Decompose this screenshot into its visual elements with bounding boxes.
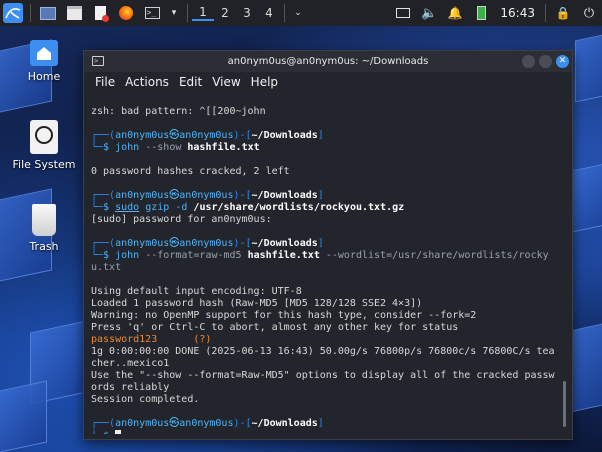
taskbar-separator bbox=[545, 4, 546, 22]
menu-view[interactable]: View bbox=[212, 75, 240, 89]
notification-bell-icon[interactable]: 🔔 bbox=[445, 3, 465, 23]
cracked-password-line: password123 (?) bbox=[91, 334, 212, 345]
menu-file[interactable]: File bbox=[95, 75, 115, 89]
output-line: Use the "--show --format=Raw-MD5" option… bbox=[91, 370, 555, 381]
taskbar: >_ ▾ 1 2 3 4 ⌄ 🔈 🔔 16:43 🔒 ⏻ bbox=[0, 0, 602, 26]
wallpaper-tile bbox=[572, 161, 602, 233]
command-line: └─$ john --format=raw-md5 hashfile.txt -… bbox=[91, 250, 549, 261]
chevron-down-icon[interactable]: ⌄ bbox=[292, 3, 304, 23]
menu-help[interactable]: Help bbox=[251, 75, 278, 89]
output-line: Loaded 1 password hash (Raw-MD5 [MD5 128… bbox=[91, 298, 423, 309]
text-editor-icon[interactable] bbox=[90, 3, 110, 23]
lock-icon[interactable]: 🔒 bbox=[553, 3, 573, 23]
menubar: File Actions Edit View Help bbox=[84, 72, 572, 92]
chevron-down-icon[interactable]: ▾ bbox=[168, 3, 180, 23]
home-desktop-icon[interactable]: Home bbox=[4, 40, 84, 83]
clock[interactable]: 16:43 bbox=[500, 6, 535, 20]
output-line: zsh: bad pattern: ^[[200~john bbox=[91, 106, 266, 117]
wallpaper-tile bbox=[0, 380, 47, 452]
output-line: Press 'q' or Ctrl-C to abort, almost any… bbox=[91, 322, 459, 333]
cracked-password: password123 bbox=[91, 334, 158, 345]
home-icon bbox=[30, 40, 58, 66]
kali-menu-icon[interactable] bbox=[3, 3, 23, 23]
output-line: Session completed. bbox=[91, 394, 200, 405]
home-label: Home bbox=[27, 70, 61, 83]
menu-actions[interactable]: Actions bbox=[125, 75, 169, 89]
text-cursor bbox=[115, 430, 122, 434]
terminal-window[interactable]: > an0nym0us@an0nym0us: ~/Downloads ✕ Fil… bbox=[83, 50, 573, 440]
workspace-4[interactable]: 4 bbox=[258, 6, 280, 20]
screen-icon[interactable] bbox=[393, 3, 413, 23]
file-manager-icon[interactable] bbox=[64, 3, 84, 23]
trash-desktop-icon[interactable]: Trash bbox=[4, 204, 84, 253]
trash-label: Trash bbox=[29, 240, 59, 253]
output-line: 1g 0:00:00:00 DONE (2025-06-13 16:43) 50… bbox=[91, 346, 555, 357]
prompt-line: ┌──(an0nym0us㉿an0nym0us)-[~/Downloads] bbox=[91, 130, 324, 141]
file-system-label: File System bbox=[12, 158, 76, 171]
taskbar-separator bbox=[187, 4, 188, 22]
prompt-line: ┌──(an0nym0us㉿an0nym0us)-[~/Downloads] bbox=[91, 418, 324, 429]
taskbar-separator bbox=[30, 4, 31, 22]
window-title: an0nym0us@an0nym0us: ~/Downloads bbox=[227, 56, 429, 67]
output-line: cher..mexico1 bbox=[91, 358, 170, 369]
command-line: └─$ john --show hashfile.txt bbox=[91, 142, 260, 153]
power-icon[interactable]: ⏻ bbox=[579, 3, 599, 23]
output-line: Warning: no OpenMP support for this hash… bbox=[91, 310, 477, 321]
trash-icon bbox=[32, 204, 56, 236]
wallpaper-tile bbox=[575, 31, 602, 103]
maximize-button[interactable] bbox=[539, 55, 552, 68]
drive-icon bbox=[30, 120, 58, 154]
terminal-output[interactable]: zsh: bad pattern: ^[[200~john ┌──(an0nym0… bbox=[91, 94, 561, 434]
taskbar-separator bbox=[284, 4, 285, 22]
firefox-icon[interactable] bbox=[116, 3, 136, 23]
workspace-3[interactable]: 3 bbox=[236, 6, 258, 20]
prompt-line: ┌──(an0nym0us㉿an0nym0us)-[~/Downloads] bbox=[91, 190, 324, 201]
terminal-icon[interactable]: >_ bbox=[142, 3, 162, 23]
file-system-desktop-icon[interactable]: File System bbox=[4, 120, 84, 171]
close-button[interactable]: ✕ bbox=[556, 55, 569, 68]
scrollbar[interactable] bbox=[563, 381, 566, 427]
terminal-icon: > bbox=[92, 56, 104, 66]
menu-edit[interactable]: Edit bbox=[179, 75, 202, 89]
command-line-wrap: u.txt bbox=[91, 262, 122, 273]
window-titlebar[interactable]: > an0nym0us@an0nym0us: ~/Downloads ✕ bbox=[84, 51, 572, 72]
workspace-2[interactable]: 2 bbox=[214, 6, 236, 20]
output-line: 0 password hashes cracked, 2 left bbox=[91, 166, 290, 177]
desktop-icon[interactable] bbox=[38, 3, 58, 23]
prompt-line: ┌──(an0nym0us㉿an0nym0us)-[~/Downloads] bbox=[91, 238, 324, 249]
battery-icon[interactable] bbox=[471, 3, 491, 23]
volume-icon[interactable]: 🔈 bbox=[419, 3, 439, 23]
command-line: └─$ bbox=[91, 430, 561, 434]
command-line: └─$ sudo gzip -d /usr/share/wordlists/ro… bbox=[91, 202, 405, 213]
wallpaper-tile bbox=[570, 321, 602, 413]
output-line: ords reliably bbox=[91, 382, 170, 393]
output-line: [sudo] password for an0nym0us: bbox=[91, 214, 272, 225]
workspace-1[interactable]: 1 bbox=[192, 5, 214, 21]
output-line: Using default input encoding: UTF-8 bbox=[91, 286, 302, 297]
minimize-button[interactable] bbox=[522, 55, 535, 68]
